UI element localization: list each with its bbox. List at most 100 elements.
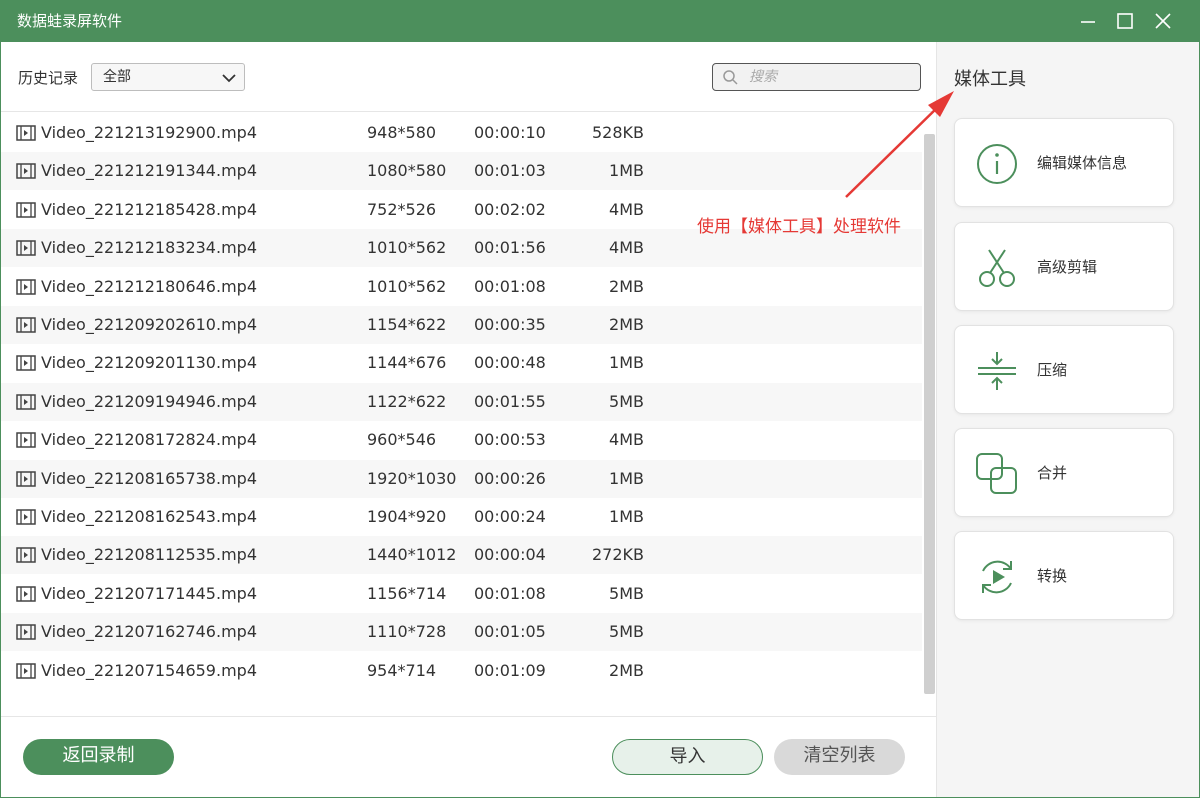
- file-name: Video_221209202610.mp4: [41, 315, 257, 334]
- file-duration: 00:00:53: [474, 430, 546, 450]
- file-size: 1MB: [609, 507, 644, 526]
- tool-edit-media-info[interactable]: 编辑媒体信息: [954, 118, 1174, 207]
- file-name: Video_221208172824.mp4: [41, 430, 257, 450]
- search-input[interactable]: [749, 67, 914, 87]
- clear-list-button[interactable]: 清空列表: [774, 739, 905, 775]
- file-size: 5MB: [609, 391, 644, 411]
- video-file-icon: [16, 394, 36, 410]
- file-name: Video_221212180646.mp4: [41, 276, 257, 296]
- file-row[interactable]: Video_221207171445.mp4 1156*714 00:01:08 5M…: [1, 575, 922, 613]
- file-resolution: 752*526: [367, 199, 437, 219]
- file-name: Video_221207171445.mp4: [41, 583, 257, 603]
- video-file-icon: [16, 202, 36, 218]
- file-resolution: 1010*562: [367, 276, 447, 296]
- file-duration: 00:00:35: [474, 315, 546, 334]
- file-resolution: 1144*676: [367, 353, 447, 373]
- file-row[interactable]: Video_221212180646.mp4 1010*562 00:01:08 2M…: [1, 268, 922, 306]
- file-size: 1MB: [609, 353, 644, 373]
- file-size: 4MB: [609, 199, 644, 219]
- file-list: Video_221213192900.mp4 948*580 00:00:10 528…: [1, 114, 922, 696]
- file-row[interactable]: Video_221208162543.mp4 1904*920 00:00:24 1M…: [1, 498, 922, 536]
- file-name: Video_221212183234.mp4: [41, 238, 257, 258]
- file-resolution: 1110*728: [367, 622, 447, 642]
- history-filter-select[interactable]: 全部: [91, 63, 245, 91]
- file-row[interactable]: Video_221208172824.mp4 960*546 00:00:53 4MB: [1, 421, 922, 459]
- file-name: Video_221212191344.mp4: [41, 161, 257, 181]
- file-row[interactable]: Video_221209201130.mp4 1144*676 00:00:48 1M…: [1, 344, 922, 382]
- file-duration: 00:01:55: [474, 391, 546, 411]
- history-label: 历史记录: [18, 69, 79, 87]
- tool-label: 高级剪辑: [1037, 258, 1098, 276]
- video-file-icon: [16, 240, 36, 256]
- file-row[interactable]: Video_221209194946.mp4 1122*622 00:01:55 5M…: [1, 382, 922, 421]
- annotation-text: 使用【媒体工具】处理软件: [697, 217, 901, 237]
- file-row[interactable]: Video_221209202610.mp4 1154*622 00:00:35 2M…: [1, 306, 922, 344]
- file-size: 2MB: [609, 276, 644, 296]
- tool-advanced-cut[interactable]: 高级剪辑: [954, 222, 1174, 311]
- maximize-button[interactable]: [1110, 6, 1140, 36]
- file-row[interactable]: Video_221212191344.mp4 1080*580 00:01:03 1M…: [1, 152, 922, 191]
- file-size: 4MB: [609, 430, 644, 450]
- file-duration: 00:01:56: [474, 238, 546, 258]
- file-resolution: 1154*622: [367, 315, 447, 334]
- search-box[interactable]: [712, 63, 921, 91]
- tool-label: 压缩: [1037, 361, 1068, 379]
- tool-label: 合并: [1037, 464, 1068, 482]
- file-duration: 00:00:10: [474, 123, 546, 142]
- file-resolution: 954*714: [367, 660, 437, 680]
- file-list-scrollbar[interactable]: [924, 134, 935, 694]
- file-resolution: 1904*920: [367, 507, 447, 526]
- close-button[interactable]: [1148, 6, 1178, 36]
- file-row[interactable]: Video_221208112535.mp4 1440*1012 00:00:04 2…: [1, 536, 922, 575]
- file-duration: 00:00:04: [474, 545, 546, 565]
- video-file-icon: [16, 662, 36, 679]
- file-size: 528KB: [591, 123, 644, 142]
- file-name: Video_221207162746.mp4: [41, 622, 257, 642]
- file-row[interactable]: Video_221213192900.mp4 948*580 00:00:10 528…: [1, 114, 922, 152]
- file-row[interactable]: Video_221207154659.mp4 954*714 00:01:09 2MB: [1, 652, 922, 690]
- file-duration: 00:02:02: [474, 199, 546, 219]
- file-name: Video_221212185428.mp4: [41, 199, 257, 219]
- file-name: Video_221208112535.mp4: [41, 545, 257, 565]
- file-duration: 00:01:05: [474, 622, 546, 642]
- file-size: 4MB: [609, 238, 644, 258]
- file-resolution: 1440*1012: [367, 545, 457, 565]
- close-icon: [1155, 13, 1171, 29]
- tool-label: 转换: [1037, 567, 1068, 585]
- file-resolution: 960*546: [367, 430, 437, 450]
- file-duration: 00:00:24: [474, 507, 546, 526]
- file-name: Video_221207154659.mp4: [41, 660, 257, 680]
- video-file-icon: [16, 624, 36, 640]
- file-size: 5MB: [609, 622, 644, 642]
- tool-label: 编辑媒体信息: [1037, 154, 1128, 172]
- file-name: Video_221208162543.mp4: [41, 507, 257, 526]
- video-file-icon: [16, 432, 36, 448]
- tool-convert[interactable]: 转换: [954, 531, 1174, 620]
- convert-icon: [982, 560, 1012, 594]
- video-file-icon: [16, 470, 36, 487]
- window-title: 数据蛙录屏软件: [17, 12, 123, 30]
- scissors-icon: [979, 249, 1015, 287]
- compress-icon: [978, 352, 1016, 390]
- video-file-icon: [16, 163, 36, 180]
- file-duration: 00:00:26: [474, 468, 546, 488]
- minimize-icon: [1081, 21, 1095, 23]
- merge-icon: [976, 453, 1017, 494]
- import-button[interactable]: 导入: [612, 739, 763, 775]
- chevron-down-icon: [222, 74, 236, 83]
- minimize-button[interactable]: [1073, 6, 1103, 36]
- tool-compress[interactable]: 压缩: [954, 325, 1174, 414]
- video-file-icon: [16, 317, 36, 333]
- back-to-record-button[interactable]: 返回录制: [23, 739, 174, 775]
- media-tools-title: 媒体工具: [954, 69, 1026, 90]
- file-resolution: 1156*714: [367, 583, 447, 603]
- tool-merge[interactable]: 合并: [954, 428, 1174, 517]
- title-bar: 数据蛙录屏软件: [0, 0, 1200, 42]
- file-row[interactable]: Video_221208165738.mp4 1920*1030 00:00:26 1…: [1, 459, 922, 498]
- file-row[interactable]: Video_221207162746.mp4 1110*728 00:01:05 5M…: [1, 613, 922, 652]
- file-duration: 00:01:03: [474, 161, 546, 181]
- file-size: 2MB: [609, 660, 644, 680]
- file-size: 1MB: [609, 468, 644, 488]
- filter-value: 全部: [103, 69, 131, 85]
- video-file-icon: [16, 586, 36, 602]
